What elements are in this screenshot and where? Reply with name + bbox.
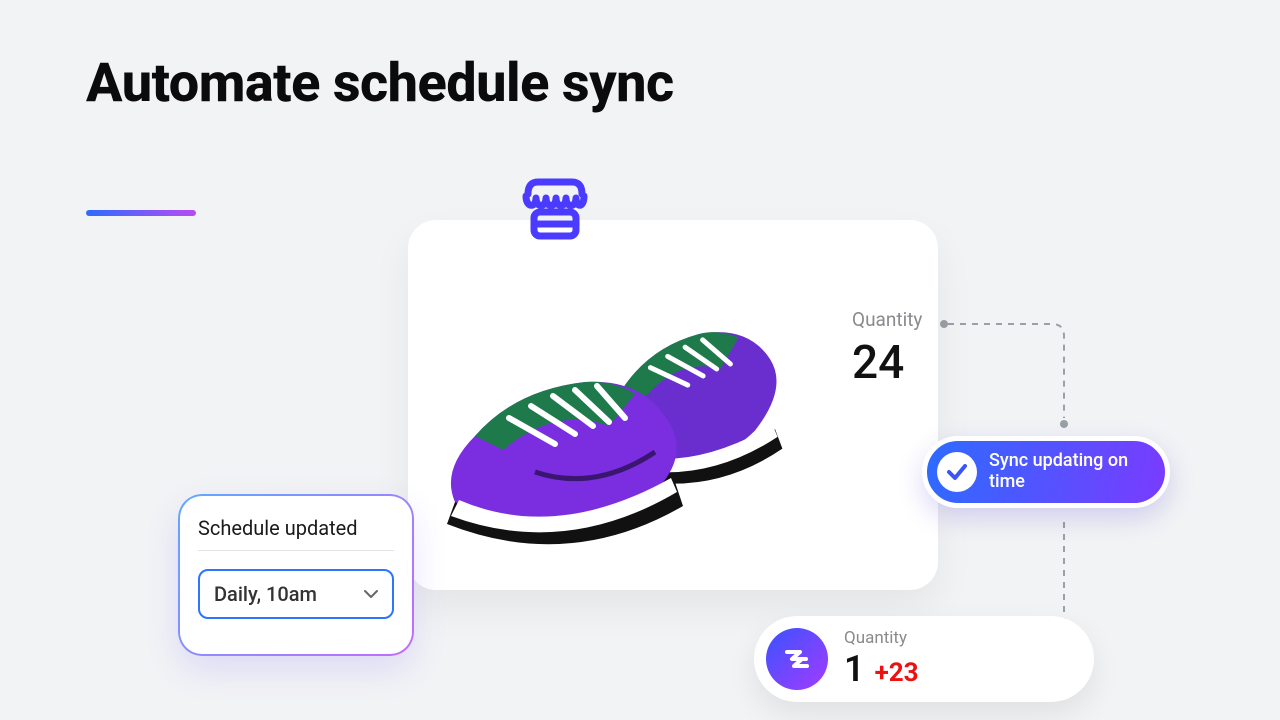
store-icon [520,176,590,246]
page-title: Automate schedule sync [86,52,674,117]
sync-logo-icon [766,628,828,690]
quantity-label: Quantity [852,308,922,331]
sync-status-text: Sync updating on time [989,451,1149,492]
sync-status-pill: Sync updating on time [922,436,1170,508]
schedule-card: Schedule updated Daily, 10am [180,496,412,654]
result-quantity-label: Quantity [844,628,919,648]
result-quantity-value: 1 [844,648,865,690]
chevron-down-icon [364,589,378,599]
schedule-selected-value: Daily, 10am [214,582,317,606]
result-quantity-delta: +23 [875,658,919,688]
check-icon [937,452,977,492]
sync-result-pill: Quantity 1 +23 [754,616,1094,702]
schedule-title: Schedule updated [198,516,394,551]
title-underline [86,210,196,216]
product-image [435,262,835,562]
schedule-dropdown[interactable]: Daily, 10am [198,569,394,619]
quantity-value: 24 [852,336,904,390]
